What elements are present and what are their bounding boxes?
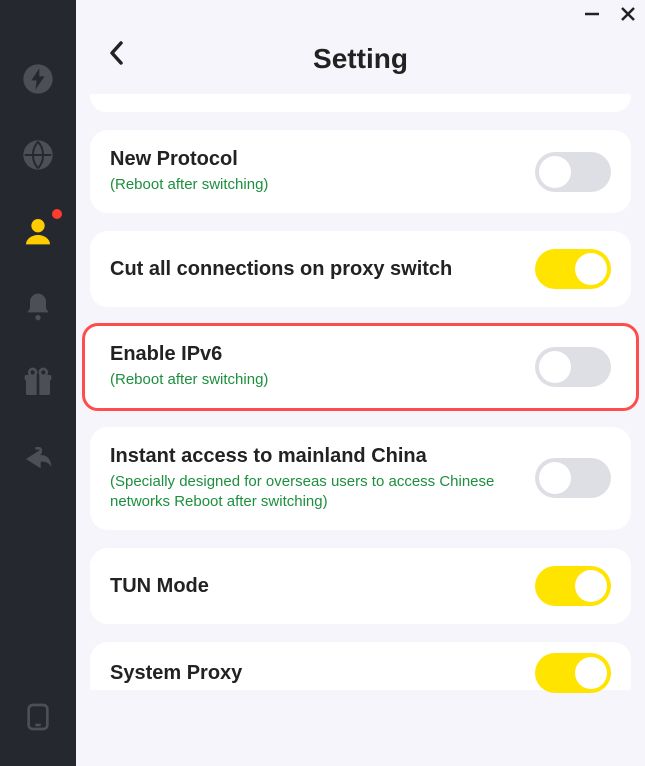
minimize-button[interactable] bbox=[581, 3, 603, 25]
setting-tun-mode: TUN Mode bbox=[90, 548, 631, 624]
toggle-knob bbox=[575, 657, 607, 689]
toggle-mainland-china[interactable] bbox=[535, 458, 611, 498]
page-title: Setting bbox=[313, 43, 408, 75]
sidebar-item-speed[interactable] bbox=[19, 60, 57, 98]
setting-title: Instant access to mainland China bbox=[110, 445, 535, 468]
share-icon bbox=[22, 443, 54, 475]
notification-dot bbox=[52, 209, 62, 219]
sidebar-item-bell[interactable] bbox=[19, 288, 57, 326]
setting-title: New Protocol bbox=[110, 148, 535, 171]
titlebar bbox=[76, 0, 645, 24]
user-icon bbox=[22, 215, 54, 247]
toggle-enable-ipv6[interactable] bbox=[535, 347, 611, 387]
toggle-new-protocol[interactable] bbox=[535, 152, 611, 192]
minimize-icon bbox=[583, 5, 601, 23]
sidebar-item-user[interactable] bbox=[19, 212, 57, 250]
sidebar-item-globe[interactable] bbox=[19, 136, 57, 174]
close-button[interactable] bbox=[617, 3, 639, 25]
toggle-system-proxy[interactable] bbox=[535, 653, 611, 693]
setting-title: System Proxy bbox=[110, 662, 535, 685]
setting-title: Enable IPv6 bbox=[110, 343, 535, 366]
toggle-knob bbox=[539, 462, 571, 494]
toggle-knob bbox=[539, 351, 571, 383]
setting-text: System Proxy bbox=[110, 662, 535, 685]
sidebar-item-share[interactable] bbox=[19, 440, 57, 478]
setting-new-protocol: New Protocol (Reboot after switching) bbox=[90, 130, 631, 213]
page-header: Setting bbox=[76, 24, 645, 94]
toggle-knob bbox=[575, 570, 607, 602]
setting-cut-connections: Cut all connections on proxy switch bbox=[90, 231, 631, 307]
close-icon bbox=[619, 5, 637, 23]
lightning-icon bbox=[22, 63, 54, 95]
toggle-tun-mode[interactable] bbox=[535, 566, 611, 606]
setting-title: Cut all connections on proxy switch bbox=[110, 258, 535, 281]
globe-icon bbox=[22, 139, 54, 171]
toggle-cut-connections[interactable] bbox=[535, 249, 611, 289]
main-area: Setting New Protocol (Reboot after switc… bbox=[76, 0, 645, 766]
toggle-knob bbox=[539, 156, 571, 188]
chevron-left-icon bbox=[108, 40, 126, 66]
setting-note: (Reboot after switching) bbox=[110, 370, 510, 390]
setting-title: TUN Mode bbox=[110, 575, 535, 598]
sidebar-item-device[interactable] bbox=[19, 698, 57, 736]
card-peek-top bbox=[90, 94, 631, 112]
setting-text: Cut all connections on proxy switch bbox=[110, 258, 535, 281]
toggle-knob bbox=[575, 253, 607, 285]
settings-list: New Protocol (Reboot after switching) Cu… bbox=[76, 94, 645, 766]
setting-text: Instant access to mainland China (Specia… bbox=[110, 445, 535, 513]
gift-icon bbox=[22, 367, 54, 399]
setting-mainland-china: Instant access to mainland China (Specia… bbox=[90, 427, 631, 531]
bell-icon bbox=[22, 291, 54, 323]
sidebar bbox=[0, 0, 76, 766]
setting-note: (Reboot after switching) bbox=[110, 175, 510, 195]
setting-enable-ipv6: Enable IPv6 (Reboot after switching) bbox=[84, 325, 637, 408]
back-button[interactable] bbox=[102, 38, 132, 68]
setting-note: (Specially designed for overseas users t… bbox=[110, 472, 510, 513]
sidebar-item-gift[interactable] bbox=[19, 364, 57, 402]
tablet-icon bbox=[22, 701, 54, 733]
setting-text: Enable IPv6 (Reboot after switching) bbox=[110, 343, 535, 390]
setting-system-proxy: System Proxy bbox=[90, 642, 631, 690]
setting-text: New Protocol (Reboot after switching) bbox=[110, 148, 535, 195]
setting-text: TUN Mode bbox=[110, 575, 535, 598]
